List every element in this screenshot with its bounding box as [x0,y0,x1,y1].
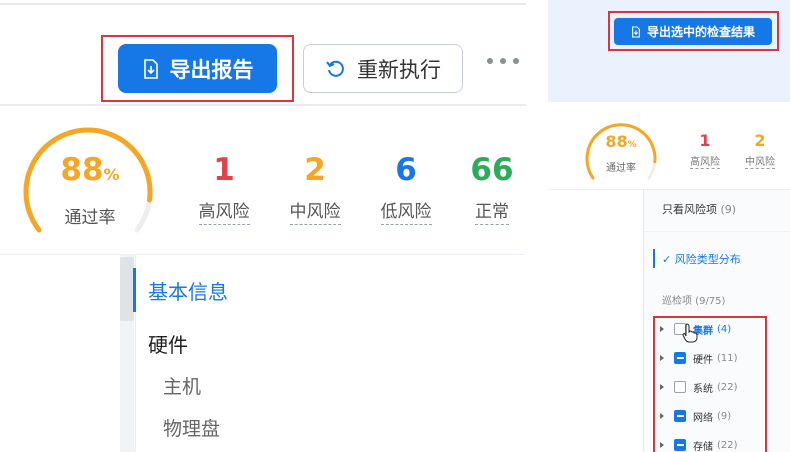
file-download-icon [632,25,640,38]
refresh-icon [326,60,344,77]
tree-item-network[interactable]: 网络 (9) [660,407,731,425]
nav-item-physical-disk[interactable]: 物理盘 [163,414,220,441]
tree-item-system[interactable]: 系统 (22) [660,378,738,396]
check-icon: ✓ [662,253,672,266]
stats-divider [0,254,526,255]
rerun-button[interactable]: 重新执行 [303,44,463,93]
medium-risk-count-small: 2 [754,131,766,150]
rerun-label: 重新执行 [357,57,441,82]
export-selected-label: 导出选中的检查结果 [646,25,755,39]
pass-rate-value-small: 88% [605,132,637,151]
nav-item-hardware[interactable]: 硬件 [148,329,188,358]
more-horizontal-icon[interactable] [487,58,519,64]
high-risk-label[interactable]: 高风险 [189,197,259,225]
checkbox-hardware[interactable] [674,352,686,364]
nav-active-indicator [133,268,136,312]
risk-type-distribution-item[interactable]: ✓ 风险类型分布 [662,251,741,267]
caret-right-icon[interactable] [660,384,664,390]
pass-rate-value: 88% [50,152,130,188]
normal-label: 正常 [457,197,526,225]
low-risk-count: 6 [395,152,417,188]
pass-rate-label-small: 通过率 [606,163,636,174]
pass-rate-number: 88 [60,152,104,188]
filter-separator [644,231,790,232]
sidebar-divider [643,190,644,452]
medium-risk-label[interactable]: 中风险 [280,197,350,225]
hand-cursor-icon [682,323,698,343]
checkbox-system[interactable] [674,381,686,393]
caret-right-icon[interactable] [660,413,664,419]
caret-right-icon[interactable] [660,442,664,448]
patrol-items-header: 巡检项 (9/75) [662,296,726,307]
normal-count: 66 [470,152,514,188]
toolbar-divider [0,104,526,106]
checkbox-network[interactable] [674,410,686,422]
scrollbar-thumb[interactable] [120,257,134,321]
nav-item-host[interactable]: 主机 [163,372,201,399]
high-risk-count: 1 [213,152,235,188]
caret-right-icon[interactable] [660,355,664,361]
file-download-icon [143,58,158,79]
high-risk-label-small[interactable]: 高风险 [685,153,725,169]
left-panel: 导出报告 重新执行 88% 通过率 1 高风险 2 中风险 6 低风险 66 正… [0,0,526,452]
medium-risk-label-small[interactable]: 中风险 [740,153,780,169]
only-risk-filter[interactable]: 只看风险项 (9) [662,201,736,217]
caret-right-icon[interactable] [660,326,664,332]
checkbox-storage[interactable] [674,439,686,451]
nav-item-basic-info[interactable]: 基本信息 [148,276,228,305]
right-panel: 导出选中的检查结果 88% 通过率 1 高风险 2 中风险 只看风险项 (9) … [548,0,790,452]
export-report-button[interactable]: 导出报告 [118,44,277,93]
export-selected-button[interactable]: 导出选中的检查结果 [614,18,772,45]
tree-item-hardware[interactable]: 硬件 (11) [660,349,738,367]
risk-type-active-indicator [653,249,655,268]
pass-rate-unit: % [103,165,120,184]
export-report-label: 导出报告 [169,57,254,82]
high-risk-count-small: 1 [699,131,711,150]
tree-item-storage[interactable]: 存储 (22) [660,436,738,452]
top-divider [0,3,526,5]
pass-rate-gauge-small [585,123,657,180]
medium-risk-count: 2 [304,152,326,188]
low-risk-label[interactable]: 低风险 [371,197,441,225]
pass-rate-label: 通过率 [64,208,116,228]
